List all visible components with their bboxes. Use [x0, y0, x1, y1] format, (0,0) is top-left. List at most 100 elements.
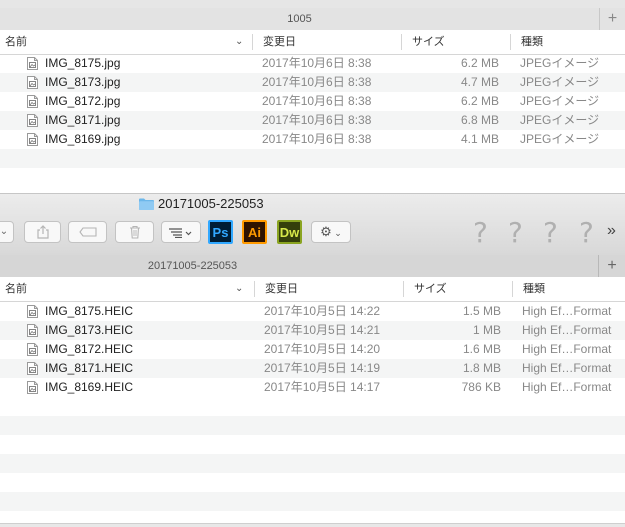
- file-date: 2017年10月6日 8:38: [262, 56, 372, 70]
- chevron-down-icon[interactable]: ⌄: [235, 30, 243, 54]
- file-row[interactable]: IMG_8173.jpg 2017年10月6日 8:38 4.7 MB JPEGイメー…: [0, 73, 625, 92]
- file-row[interactable]: IMG_8171.jpg 2017年10月6日 8:38 6.8 MB JPEGイメー…: [0, 111, 625, 130]
- image-file-icon: [27, 95, 38, 108]
- unknown-toolbar-item[interactable]: ?: [473, 216, 488, 249]
- unknown-toolbar-item[interactable]: ?: [579, 216, 594, 249]
- file-kind: High Ef…Format: [522, 342, 612, 356]
- file-kind: High Ef…Format: [522, 380, 612, 394]
- status-bar: [0, 523, 625, 527]
- column-size-header[interactable]: サイズ: [412, 30, 445, 54]
- view-options-button[interactable]: ⌄: [0, 221, 14, 243]
- column-name-header[interactable]: 名前: [5, 30, 27, 54]
- top-column-header: 名前 ⌄ 変更日 サイズ 種類: [0, 30, 625, 55]
- file-name: IMG_8175.jpg: [45, 56, 121, 70]
- chevron-down-icon: ⌄: [331, 228, 342, 238]
- unknown-toolbar-item[interactable]: ?: [508, 216, 523, 249]
- file-kind: High Ef…Format: [522, 323, 612, 337]
- file-size: 4.7 MB: [460, 75, 499, 89]
- top-tab-title[interactable]: 1005: [0, 8, 599, 30]
- image-file-icon: [27, 76, 38, 89]
- file-name: IMG_8175.HEIC: [45, 304, 134, 318]
- image-file-icon: [27, 133, 38, 146]
- file-kind: JPEGイメージ: [520, 75, 600, 89]
- image-file-icon: [27, 57, 38, 70]
- share-button[interactable]: [24, 221, 61, 243]
- top-new-tab-button[interactable]: +: [599, 8, 625, 30]
- column-divider[interactable]: [254, 281, 255, 297]
- column-divider[interactable]: [401, 34, 402, 50]
- column-date-header[interactable]: 変更日: [263, 30, 296, 54]
- image-file-icon: [27, 305, 38, 318]
- file-row[interactable]: IMG_8175.HEIC 2017年10月5日 14:22 1.5 MB High …: [0, 302, 625, 321]
- dreamweaver-app-icon[interactable]: Dw: [277, 220, 302, 244]
- gear-icon: ⚙: [320, 224, 332, 239]
- column-date-header[interactable]: 変更日: [265, 277, 298, 301]
- column-name-header[interactable]: 名前: [5, 277, 27, 301]
- tag-button[interactable]: [68, 221, 107, 243]
- tag-icon: [78, 225, 97, 240]
- column-divider[interactable]: [512, 281, 513, 297]
- image-file-icon: [27, 324, 38, 337]
- file-date: 2017年10月6日 8:38: [262, 132, 372, 146]
- file-kind: High Ef…Format: [522, 304, 612, 318]
- file-date: 2017年10月5日 14:21: [264, 323, 381, 337]
- trash-button[interactable]: [115, 221, 154, 243]
- file-kind: JPEGイメージ: [520, 94, 600, 108]
- image-file-icon: [27, 362, 38, 375]
- file-size: 6.8 MB: [460, 113, 499, 127]
- file-date: 2017年10月5日 14:20: [264, 342, 381, 356]
- column-kind-header[interactable]: 種類: [521, 30, 543, 54]
- file-name: IMG_8169.HEIC: [45, 380, 134, 394]
- bottom-tab-bar: 20171005-225053 +: [0, 255, 625, 278]
- file-date: 2017年10月5日 14:17: [264, 380, 381, 394]
- chevron-down-icon[interactable]: ⌄: [235, 277, 243, 301]
- toolbar-overflow-button[interactable]: »: [607, 222, 616, 240]
- column-kind-header[interactable]: 種類: [523, 277, 545, 301]
- empty-row-stripe: [0, 149, 625, 168]
- file-name: IMG_8173.jpg: [45, 75, 121, 89]
- file-row[interactable]: IMG_8171.HEIC 2017年10月5日 14:19 1.8 MB High …: [0, 359, 625, 378]
- image-file-icon: [27, 381, 38, 394]
- bottom-window-toolbar: 20171005-225053 ⌄ Ps Ai Dw ⚙ ⌄ ? ? ? ? »: [0, 193, 625, 256]
- file-row[interactable]: IMG_8172.HEIC 2017年10月5日 14:20 1.6 MB High …: [0, 340, 625, 359]
- file-date: 2017年10月5日 14:19: [264, 361, 381, 375]
- top-tab-bar: 1005 +: [0, 8, 625, 31]
- file-row[interactable]: IMG_8172.jpg 2017年10月6日 8:38 6.2 MB JPEGイメー…: [0, 92, 625, 111]
- unknown-toolbar-item[interactable]: ?: [543, 216, 558, 249]
- image-file-icon: [27, 343, 38, 356]
- file-row[interactable]: IMG_8169.jpg 2017年10月6日 8:38 4.1 MB JPEGイメー…: [0, 130, 625, 149]
- file-size: 1.8 MB: [462, 361, 501, 375]
- file-name: IMG_8172.HEIC: [45, 342, 134, 356]
- file-name: IMG_8172.jpg: [45, 94, 121, 108]
- file-size: 6.2 MB: [460, 94, 499, 108]
- empty-row-stripe: [0, 492, 625, 511]
- file-date: 2017年10月6日 8:38: [262, 75, 372, 89]
- window-title: 20171005-225053: [158, 196, 264, 211]
- file-kind: JPEGイメージ: [520, 132, 600, 146]
- column-divider[interactable]: [403, 281, 404, 297]
- bottom-column-header: 名前 ⌄ 変更日 サイズ 種類: [0, 277, 625, 302]
- action-button[interactable]: ⚙ ⌄: [311, 221, 351, 243]
- column-divider[interactable]: [252, 34, 253, 50]
- photoshop-app-icon[interactable]: Ps: [208, 220, 233, 244]
- trash-icon: [129, 225, 141, 242]
- file-row[interactable]: IMG_8173.HEIC 2017年10月5日 14:21 1 MB High Ef…: [0, 321, 625, 340]
- file-kind: JPEGイメージ: [520, 56, 600, 70]
- bottom-new-tab-button[interactable]: +: [598, 255, 625, 277]
- column-divider[interactable]: [510, 34, 511, 50]
- file-row[interactable]: IMG_8169.HEIC 2017年10月5日 14:17 786 KB High …: [0, 378, 625, 397]
- illustrator-app-icon[interactable]: Ai: [242, 220, 267, 244]
- file-name: IMG_8171.jpg: [45, 113, 121, 127]
- file-row[interactable]: IMG_8175.jpg 2017年10月6日 8:38 6.2 MB JPEGイメー…: [0, 54, 625, 73]
- column-size-header[interactable]: サイズ: [414, 277, 447, 301]
- file-size: 1 MB: [472, 323, 501, 337]
- bottom-tab-title[interactable]: 20171005-225053: [0, 255, 385, 277]
- file-name: IMG_8173.HEIC: [45, 323, 134, 337]
- file-kind: High Ef…Format: [522, 361, 612, 375]
- empty-row-stripe: [0, 454, 625, 473]
- file-date: 2017年10月5日 14:22: [264, 304, 381, 318]
- file-size: 4.1 MB: [460, 132, 499, 146]
- file-size: 786 KB: [461, 380, 501, 394]
- arrange-button[interactable]: [161, 221, 201, 243]
- folder-icon: [139, 198, 154, 210]
